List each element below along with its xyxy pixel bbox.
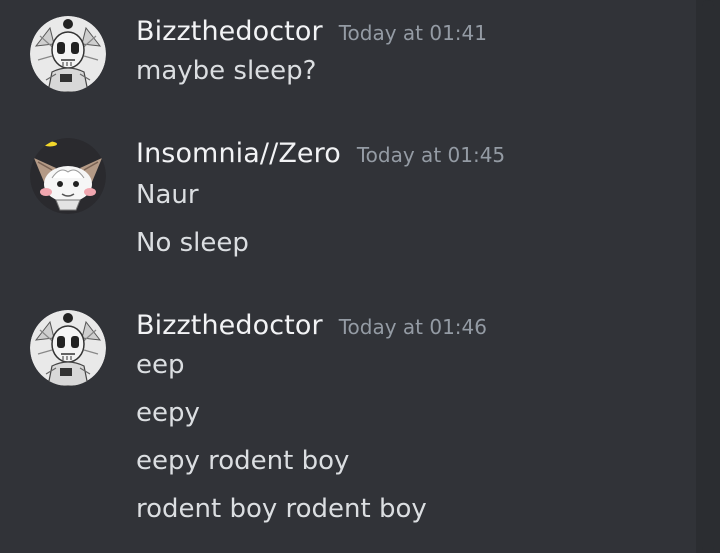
avatar-bizzthedoctor-icon: [30, 310, 106, 386]
timestamp[interactable]: Today at 01:45: [357, 143, 505, 167]
message-text: eepy rodent boy: [136, 446, 350, 476]
avatar[interactable]: [30, 310, 106, 386]
message-group: Bizzthedoctor Today at 01:46 eep eepy ee…: [0, 310, 696, 550]
message-group: Bizzthedoctor Today at 01:41 maybe sleep…: [0, 16, 696, 106]
avatar[interactable]: [30, 16, 106, 92]
discord-chat-view: Bizzthedoctor Today at 01:41 maybe sleep…: [0, 0, 720, 553]
message-text: eepy: [136, 398, 200, 428]
message-text: maybe sleep?: [136, 56, 317, 86]
message-list: Bizzthedoctor Today at 01:41 maybe sleep…: [0, 0, 696, 553]
message-header: Bizzthedoctor Today at 01:41: [136, 16, 487, 52]
avatar[interactable]: [30, 138, 106, 214]
message-text: Naur: [136, 180, 199, 210]
timestamp[interactable]: Today at 01:46: [339, 315, 487, 339]
avatar-bizzthedoctor-icon: [30, 16, 106, 92]
message-text: rodent boy rodent boy: [136, 494, 427, 524]
username[interactable]: Insomnia//Zero: [136, 138, 341, 169]
message-header: Bizzthedoctor Today at 01:46: [136, 310, 487, 346]
avatar-insomnia-zero-icon: [30, 138, 106, 214]
scrollbar[interactable]: [696, 0, 720, 553]
username[interactable]: Bizzthedoctor: [136, 310, 323, 341]
username[interactable]: Bizzthedoctor: [136, 16, 323, 47]
message-text: eep: [136, 350, 185, 380]
message-header: Insomnia//Zero Today at 01:45: [136, 138, 505, 174]
message-text: No sleep: [136, 228, 249, 258]
timestamp[interactable]: Today at 01:41: [339, 21, 487, 45]
message-group: Insomnia//Zero Today at 01:45 Naur No sl…: [0, 138, 696, 278]
scrollbar-thumb[interactable]: [702, 0, 714, 553]
